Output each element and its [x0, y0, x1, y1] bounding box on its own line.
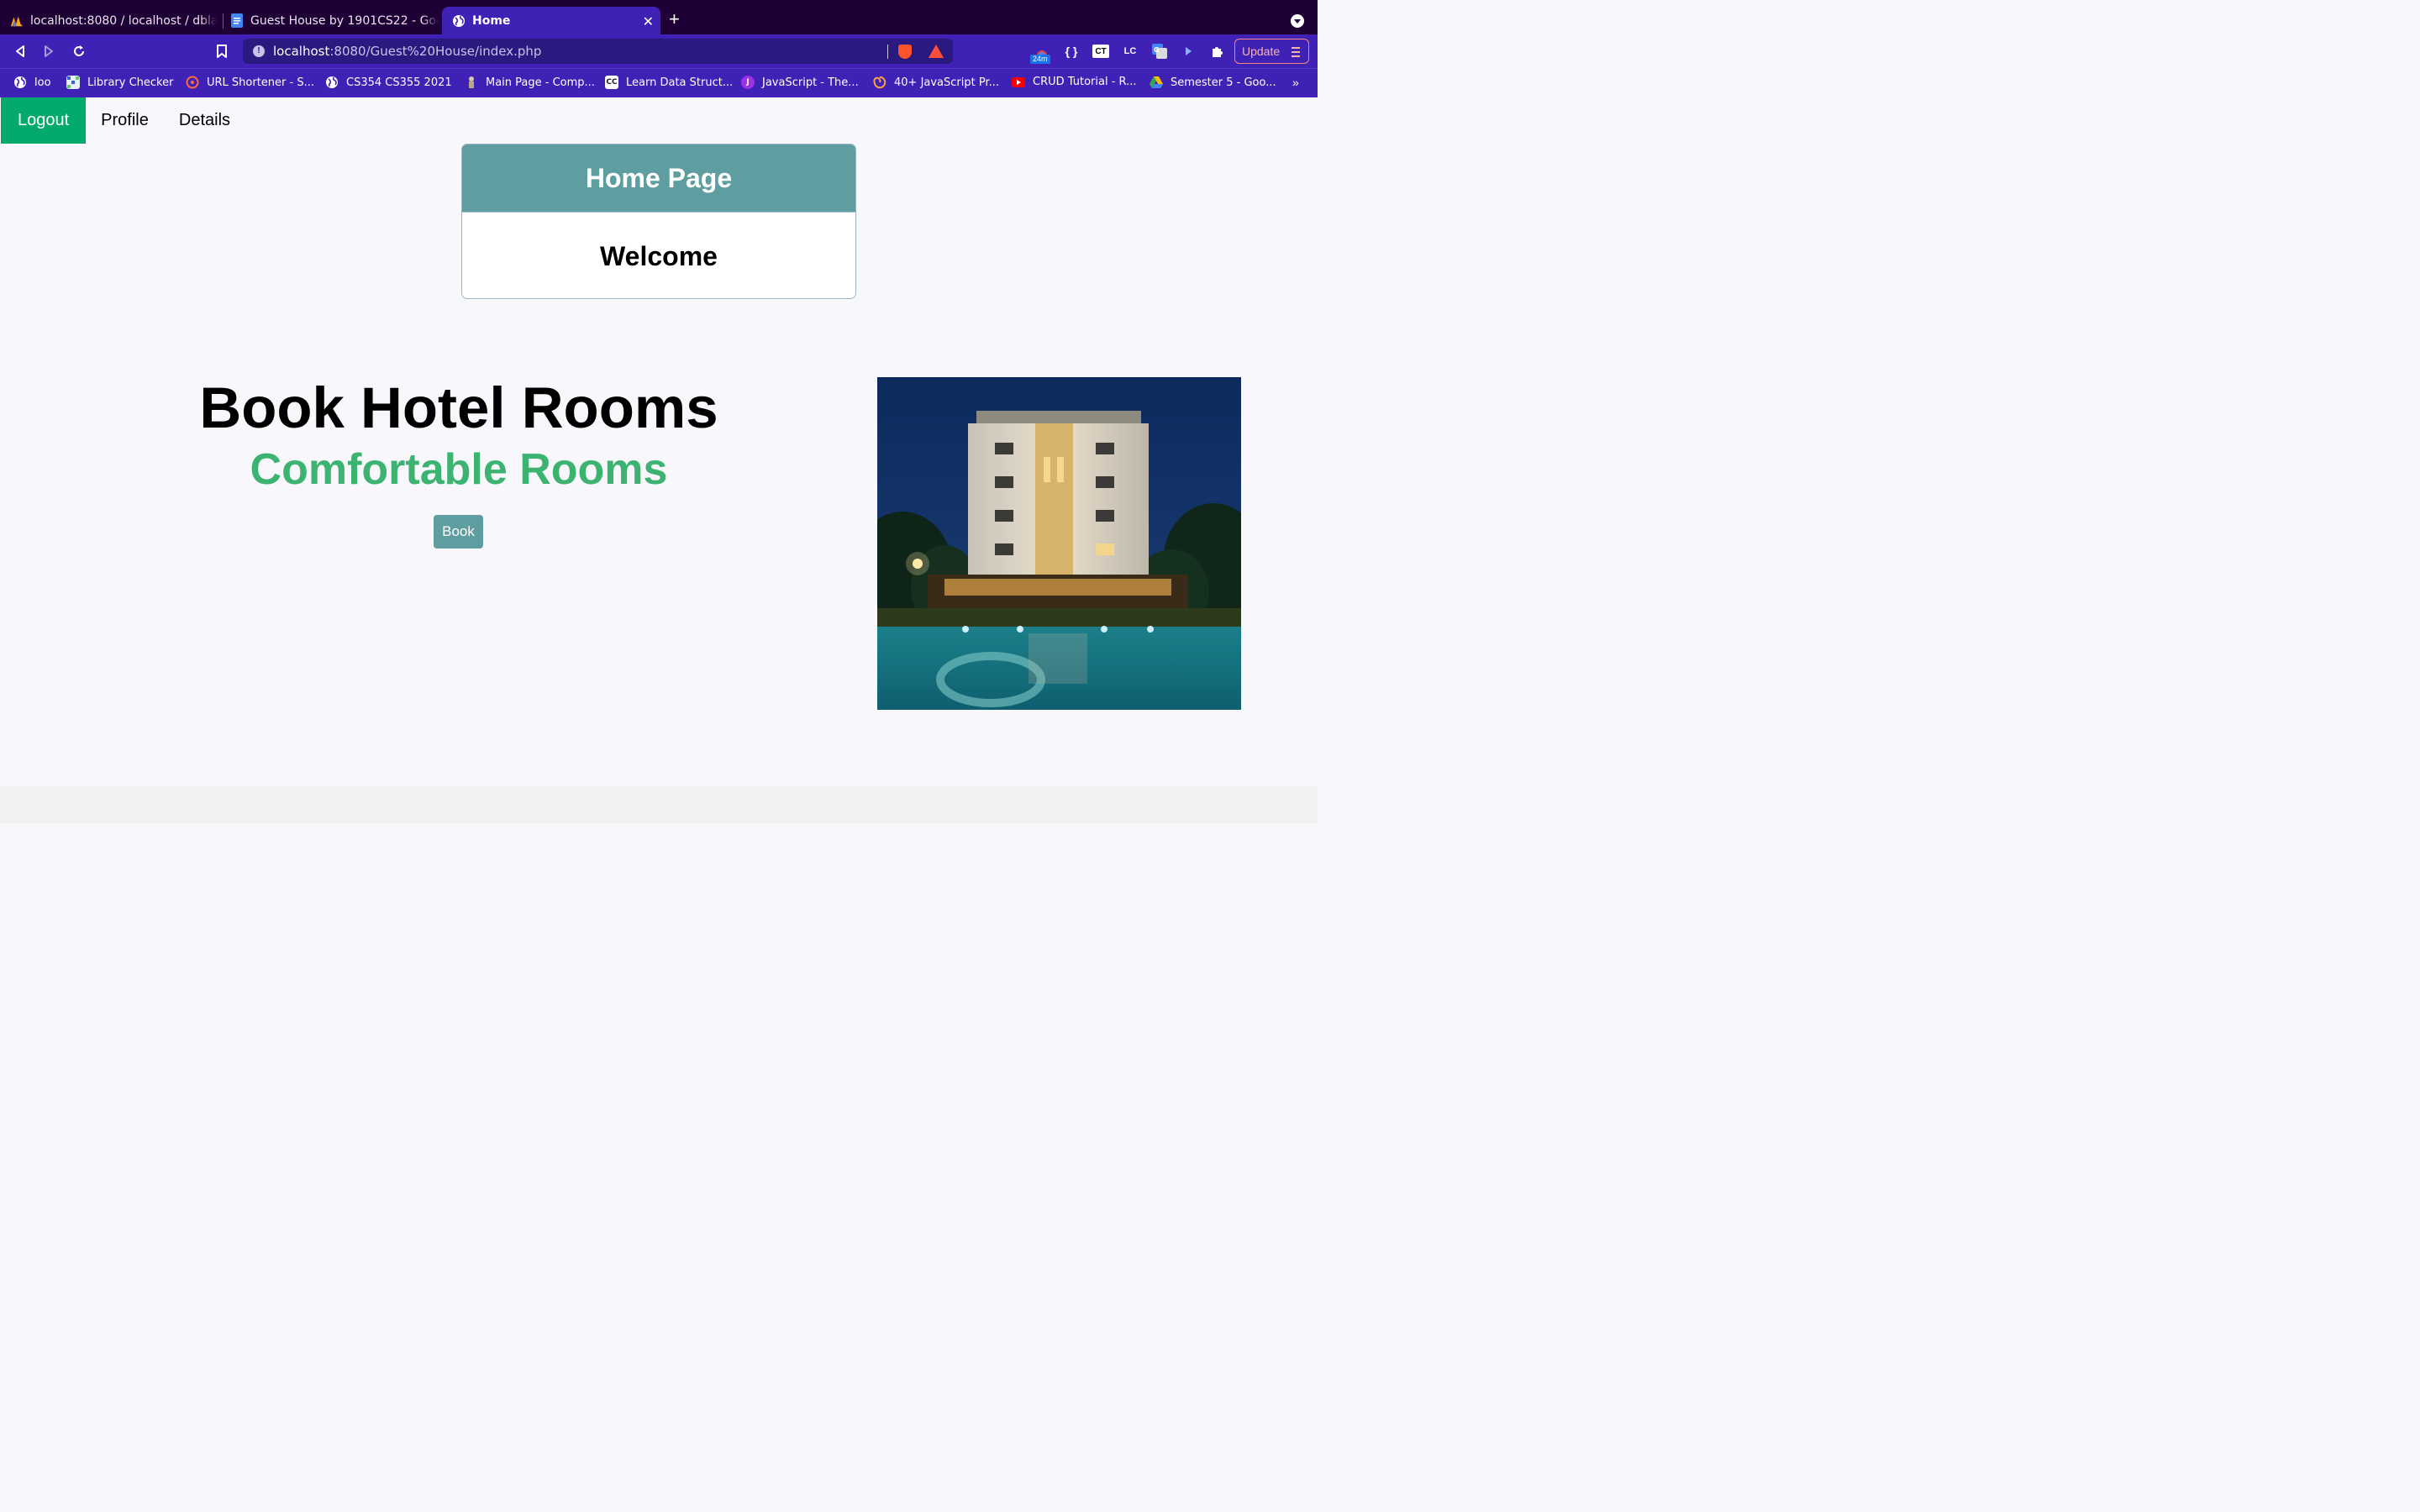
browser-toolbar: ! localhost:8080/Guest%20House/index.php…	[0, 34, 1318, 68]
close-icon[interactable]: ✕	[643, 13, 654, 29]
google-translate-icon[interactable]: G	[1151, 43, 1168, 60]
wiki-icon	[465, 76, 478, 89]
bookmark-item[interactable]: J JavaScript - The...	[741, 76, 859, 89]
logout-link[interactable]: Logout	[1, 97, 87, 144]
tab-search-icon[interactable]	[1291, 14, 1304, 28]
globe-icon	[325, 76, 339, 89]
bookmarks-overflow-button[interactable]: »	[1292, 76, 1299, 89]
back-button[interactable]	[10, 41, 30, 61]
bookmark-item[interactable]: Library Checker	[66, 76, 173, 89]
bookmark-item[interactable]: 40+ JavaScript Pr...	[873, 76, 999, 89]
bookmark-item[interactable]: CRUD Tutorial - R...	[1012, 76, 1136, 88]
bookmarks-bar: loo Library Checker URL Shortener - S...…	[0, 68, 1318, 97]
home-card: Home Page Welcome	[461, 144, 856, 299]
tab-home[interactable]: Home ✕	[442, 7, 660, 34]
javascript-info-icon: J	[741, 76, 755, 89]
browser-tabstrip: localhost:8080 / localhost / dblab / Gue…	[0, 0, 1318, 34]
json-viewer-icon[interactable]: { }	[1063, 43, 1080, 60]
info-icon[interactable]: !	[253, 45, 265, 57]
svg-text:G: G	[1154, 46, 1160, 54]
play-extension-icon[interactable]	[1180, 43, 1197, 60]
library-checker-icon	[66, 76, 80, 89]
hero-title: Book Hotel Rooms	[199, 375, 718, 440]
swirl-icon	[873, 76, 886, 89]
puzzle-extensions-icon[interactable]	[1209, 43, 1226, 60]
page-content: Logout Profile Details Home Page Welcome…	[0, 97, 1318, 786]
details-link[interactable]: Details	[164, 97, 245, 144]
ct-extension-icon[interactable]: CT	[1092, 45, 1109, 58]
cc-icon: CC	[605, 76, 618, 89]
address-bar[interactable]: ! localhost:8080/Guest%20House/index.php	[243, 39, 953, 64]
book-button[interactable]: Book	[434, 515, 483, 549]
bookmark-item[interactable]: CC Learn Data Struct...	[605, 76, 733, 89]
back-arrow-icon	[16, 45, 24, 57]
url-text[interactable]: localhost:8080/Guest%20House/index.php	[273, 44, 541, 59]
globe-icon	[452, 14, 466, 28]
page-footer-strip	[0, 786, 1318, 823]
bookmark-icon	[217, 45, 227, 58]
tab-phpmyadmin[interactable]: localhost:8080 / localhost / dblab /	[0, 7, 217, 34]
bookmark-button[interactable]	[212, 41, 232, 61]
welcome-text: Welcome	[600, 240, 718, 271]
bookmark-item[interactable]: CS354 CS355 2021	[325, 76, 452, 89]
card-header: Home Page	[462, 144, 855, 213]
tab-title: localhost:8080 / localhost / dblab /	[30, 13, 217, 28]
bookmark-item[interactable]: loo	[13, 76, 51, 89]
brave-rewards-icon[interactable]	[929, 45, 944, 58]
leetcode-extension-icon[interactable]: LC	[1122, 43, 1139, 60]
forward-button[interactable]	[39, 41, 59, 61]
bookmark-item[interactable]: Main Page - Comp...	[465, 76, 595, 89]
reload-button[interactable]	[69, 41, 89, 61]
brave-shield-icon[interactable]	[898, 45, 912, 59]
forward-arrow-icon	[45, 45, 53, 57]
google-docs-icon	[230, 13, 244, 28]
tab-google-docs[interactable]: Guest House by 1901CS22 - Google	[220, 7, 439, 34]
hotel-image	[877, 377, 1241, 710]
top-nav: Logout Profile Details	[1, 97, 245, 144]
tab-title: Guest House by 1901CS22 - Google	[250, 13, 439, 28]
new-tab-button[interactable]: +	[669, 10, 680, 29]
bookmark-item[interactable]: URL Shortener - S...	[186, 76, 314, 89]
menu-icon	[1292, 47, 1300, 60]
url-shortener-icon	[186, 76, 199, 89]
update-button[interactable]: Update	[1234, 39, 1309, 64]
profile-link[interactable]: Profile	[86, 97, 164, 144]
hero-subtitle: Comfortable Rooms	[250, 445, 668, 494]
extension-badge: 24m	[1030, 55, 1050, 64]
google-drive-icon	[1150, 76, 1163, 89]
reload-icon	[74, 45, 84, 56]
tab-title: Home	[472, 13, 511, 28]
globe-icon	[13, 76, 27, 89]
bookmark-item[interactable]: Semester 5 - Goo...	[1150, 76, 1276, 89]
youtube-icon	[1012, 76, 1025, 87]
phpmyadmin-icon	[10, 14, 24, 28]
